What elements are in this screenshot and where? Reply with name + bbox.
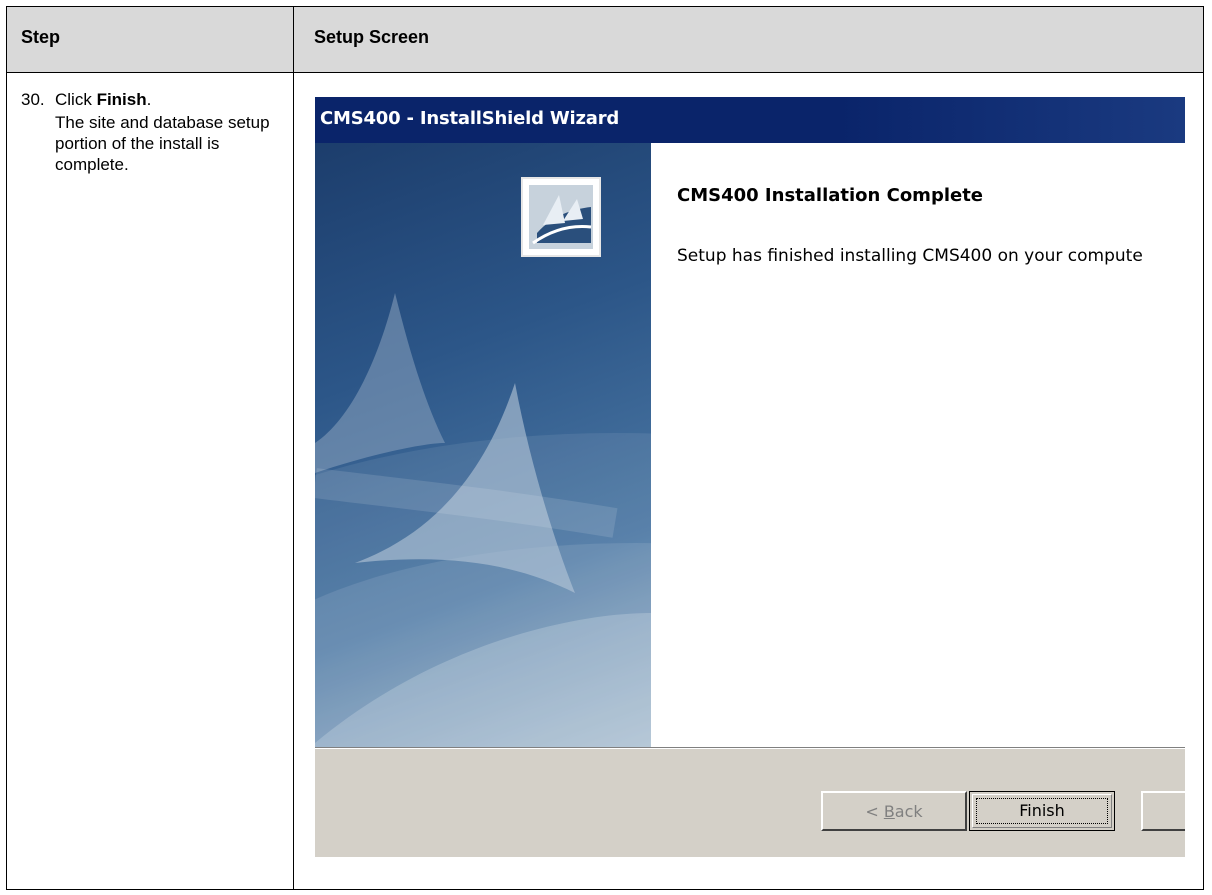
cancel-button[interactable]: ( bbox=[1141, 791, 1185, 831]
back-button-rest: ack bbox=[894, 802, 923, 821]
step-cell: 30. Click Finish. The site and database … bbox=[21, 89, 286, 175]
finish-button[interactable]: Finish bbox=[969, 791, 1115, 831]
step-action-bold: Finish bbox=[96, 90, 147, 109]
product-logo bbox=[521, 177, 601, 257]
back-button-mnemonic: B bbox=[883, 802, 895, 821]
back-button-prefix: < bbox=[865, 802, 884, 821]
step-action-suffix: . bbox=[146, 90, 152, 109]
logo-sails-icon bbox=[529, 185, 593, 249]
wizard-content-panel: CMS400 Installation Complete Setup has f… bbox=[651, 143, 1185, 747]
step-number: 30. bbox=[21, 90, 45, 109]
step-description: The site and database setup portion of t… bbox=[55, 113, 270, 174]
finish-button-label: Finish bbox=[1019, 801, 1065, 820]
header-setup-screen: Setup Screen bbox=[314, 27, 430, 47]
step-action: Click Finish. bbox=[55, 89, 151, 110]
installshield-wizard-window: CMS400 - InstallShield Wizard CMS400 Ins… bbox=[315, 97, 1185, 857]
back-button[interactable]: < Back bbox=[821, 791, 967, 831]
header-step: Step bbox=[21, 27, 61, 47]
table-header-row: Step Setup Screen bbox=[7, 7, 1203, 73]
completion-message: Setup has finished installing CMS400 on … bbox=[677, 246, 1143, 266]
column-divider bbox=[293, 7, 294, 889]
window-title-bar[interactable]: CMS400 - InstallShield Wizard bbox=[315, 97, 1185, 143]
step-instruction: 30. Click Finish. bbox=[21, 89, 286, 110]
step-action-prefix: Click bbox=[55, 90, 97, 109]
wizard-side-banner bbox=[315, 143, 651, 747]
completion-heading: CMS400 Installation Complete bbox=[677, 185, 984, 206]
button-separator bbox=[315, 747, 1185, 749]
window-title: CMS400 - InstallShield Wizard bbox=[320, 108, 620, 129]
